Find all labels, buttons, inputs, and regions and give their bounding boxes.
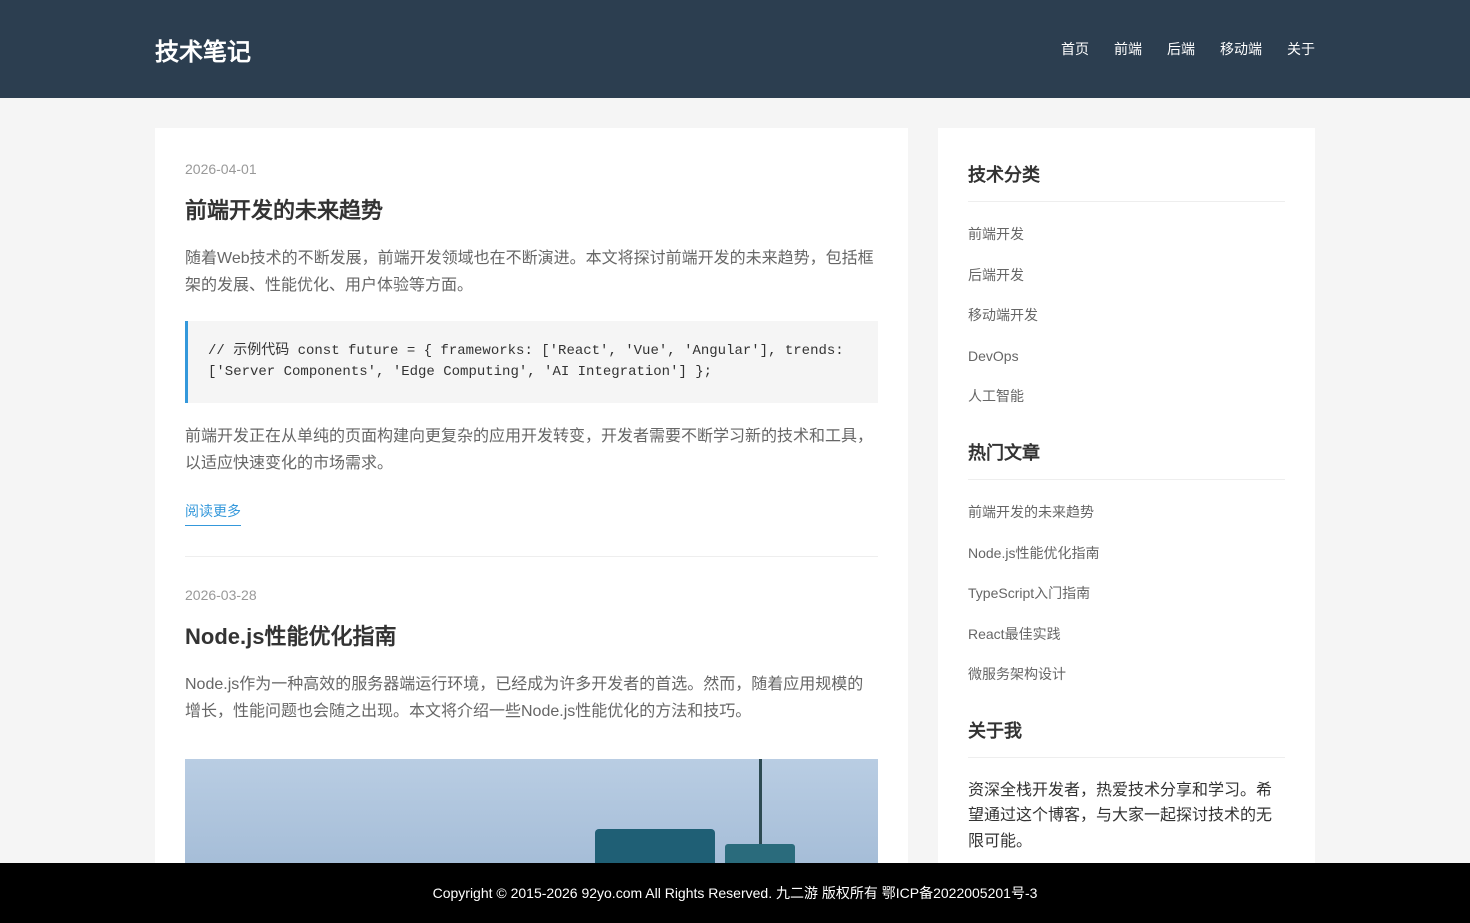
nav-item-about[interactable]: 关于	[1287, 39, 1315, 59]
category-item[interactable]: DevOps	[968, 336, 1285, 377]
category-item[interactable]: 后端开发	[968, 255, 1285, 296]
widget-popular: 热门文章 前端开发的未来趋势 Node.js性能优化指南 TypeScript入…	[968, 439, 1285, 695]
site-header: 技术笔记 首页 前端 后端 移动端 关于	[0, 0, 1470, 98]
widget-title: 关于我	[968, 717, 1285, 758]
nav-item-home[interactable]: 首页	[1061, 39, 1089, 59]
nav-item-frontend[interactable]: 前端	[1114, 39, 1142, 59]
category-list: 前端开发 后端开发 移动端开发 DevOps 人工智能	[968, 214, 1285, 417]
popular-item[interactable]: Node.js性能优化指南	[968, 533, 1285, 574]
post-excerpt: Node.js作为一种高效的服务器端运行环境，已经成为许多开发者的首选。然而，随…	[185, 676, 864, 720]
post-list: 2026-04-01 前端开发的未来趋势 随着Web技术的不断发展，前端开发领域…	[155, 128, 908, 888]
popular-item[interactable]: TypeScript入门指南	[968, 573, 1285, 614]
post-item: 2026-03-28 Node.js性能优化指南 Node.js作为一种高效的服…	[185, 587, 878, 888]
post-date: 2026-04-01	[185, 161, 257, 177]
post-title[interactable]: 前端开发的未来趋势	[185, 193, 878, 225]
post-item: 2026-04-01 前端开发的未来趋势 随着Web技术的不断发展，前端开发领域…	[185, 161, 878, 557]
header-inner: 技术笔记 首页 前端 后端 移动端 关于	[155, 0, 1315, 98]
widget-about: 关于我 资深全栈开发者，热爱技术分享和学习。希望通过这个博客，与大家一起探讨技术…	[968, 717, 1285, 855]
category-item[interactable]: 移动端开发	[968, 295, 1285, 336]
copyright-text: Copyright © 2015-2026 92yo.com All Right…	[432, 885, 1038, 901]
popular-item[interactable]: 前端开发的未来趋势	[968, 492, 1285, 533]
post-excerpt: 随着Web技术的不断发展，前端开发领域也在不断演进。本文将探讨前端开发的未来趋势…	[185, 250, 874, 294]
sidebar: 技术分类 前端开发 后端开发 移动端开发 DevOps 人工智能 热门文章 前端…	[938, 128, 1315, 888]
popular-list: 前端开发的未来趋势 Node.js性能优化指南 TypeScript入门指南 R…	[968, 492, 1285, 695]
site-logo[interactable]: 技术笔记	[155, 32, 251, 67]
main-nav: 首页 前端 后端 移动端 关于	[1036, 39, 1315, 59]
nav-item-backend[interactable]: 后端	[1167, 39, 1195, 59]
read-more-link[interactable]: 阅读更多	[185, 501, 241, 526]
content-container: 2026-04-01 前端开发的未来趋势 随着Web技术的不断发展，前端开发领域…	[155, 128, 1315, 888]
post-title[interactable]: Node.js性能优化指南	[185, 619, 878, 651]
post-divider	[185, 556, 878, 557]
nav-item-mobile[interactable]: 移动端	[1220, 39, 1262, 59]
category-item[interactable]: 前端开发	[968, 214, 1285, 255]
popular-item[interactable]: React最佳实践	[968, 614, 1285, 655]
code-block: // 示例代码 const future = { frameworks: ['R…	[185, 321, 878, 403]
category-item[interactable]: 人工智能	[968, 376, 1285, 417]
about-text: 资深全栈开发者，热爱技术分享和学习。希望通过这个博客，与大家一起探讨技术的无限可…	[968, 781, 1273, 850]
post-paragraph: 前端开发正在从单纯的页面构建向更复杂的应用开发转变，开发者需要不断学习新的技术和…	[185, 428, 874, 472]
widget-title: 技术分类	[968, 161, 1285, 202]
widget-categories: 技术分类 前端开发 后端开发 移动端开发 DevOps 人工智能	[968, 161, 1285, 417]
widget-title: 热门文章	[968, 439, 1285, 480]
popular-item[interactable]: 微服务架构设计	[968, 654, 1285, 695]
post-date: 2026-03-28	[185, 587, 257, 603]
site-footer: Copyright © 2015-2026 92yo.com All Right…	[0, 863, 1470, 923]
